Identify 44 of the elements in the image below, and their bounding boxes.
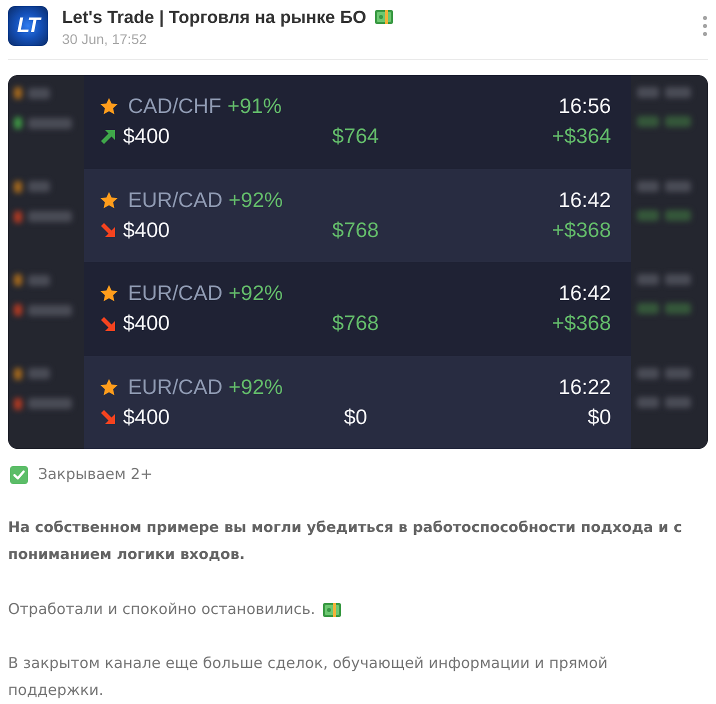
- post-date: 30 Jun, 17:52: [62, 30, 147, 48]
- payout-percent: +91%: [227, 94, 282, 120]
- more-menu-button[interactable]: [700, 15, 710, 37]
- trade-time: 16:22: [558, 374, 611, 400]
- status-text: Закрываем 2+: [38, 464, 153, 485]
- star-icon: [100, 98, 118, 116]
- channel-avatar: LT: [8, 6, 48, 46]
- banknote-icon: [323, 602, 342, 616]
- profit-amount: +$364: [552, 124, 611, 150]
- profit-amount: +$368: [552, 311, 611, 336]
- trade-time: 16:42: [558, 188, 611, 213]
- currency-pair: EUR/CAD: [128, 374, 223, 400]
- star-icon: [100, 192, 118, 209]
- payout-amount: $768: [332, 218, 379, 243]
- currency-pair: EUR/CAD: [128, 188, 223, 213]
- trade-time: 16:42: [558, 281, 611, 306]
- payout-percent: +92%: [228, 188, 283, 213]
- arrow-down-right-icon: [100, 409, 116, 426]
- arrow-down-right-icon: [100, 316, 116, 332]
- trade-amount: $400: [123, 218, 170, 243]
- trade-amount: $400: [123, 404, 170, 430]
- payout-amount: $0: [344, 404, 368, 430]
- payout-percent: +92%: [228, 281, 283, 306]
- star-icon: [100, 378, 118, 396]
- trade-time: 16:56: [558, 94, 611, 120]
- body-text: Отработали и спокойно остановились.: [8, 599, 316, 620]
- currency-pair: EUR/CAD: [128, 281, 223, 306]
- arrow-up-right-icon: [100, 128, 116, 145]
- check-mark-icon: [10, 466, 28, 484]
- more-icon: [703, 16, 707, 36]
- payout-amount: $764: [332, 124, 379, 150]
- trade-amount: $400: [123, 124, 170, 150]
- banknote-icon: [375, 10, 394, 24]
- profit-amount: $0: [588, 404, 611, 430]
- body-text: В закрытом канале еще больше сделок, обучающей информации и прямой поддержки.: [8, 653, 609, 701]
- star-icon: [100, 285, 118, 302]
- channel-title: Let's Trade | Торговля на рынке БО: [62, 6, 366, 28]
- payout-percent: +92%: [228, 374, 283, 400]
- currency-pair: CAD/CHF: [128, 94, 222, 120]
- profit-amount: +$368: [552, 218, 611, 243]
- payout-amount: $768: [332, 311, 379, 336]
- trade-amount: $400: [123, 311, 170, 336]
- arrow-down-right-icon: [100, 222, 116, 238]
- body-text: На собственном примере вы могли убедиться в работоспособности подхода и с пониманием логики входов.: [8, 519, 684, 565]
